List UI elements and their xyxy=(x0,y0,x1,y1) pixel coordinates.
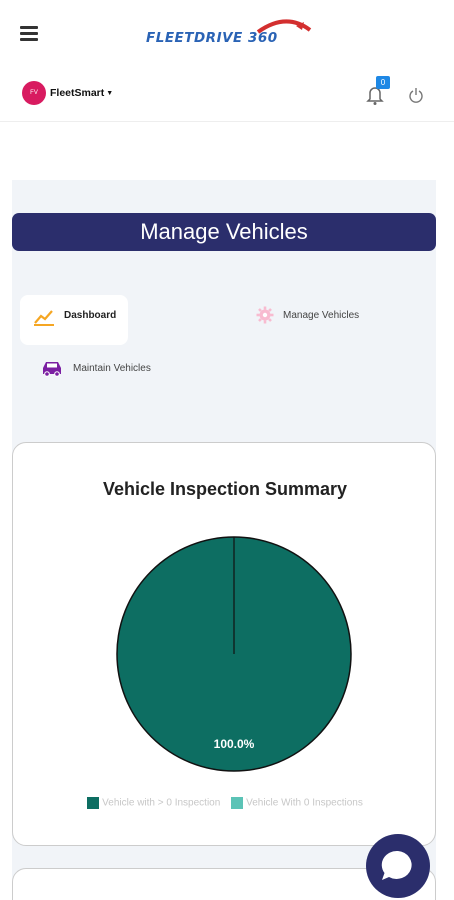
chat-bubble-icon xyxy=(381,850,412,880)
trend-chart-icon xyxy=(34,310,54,326)
legend-label: Vehicle With 0 Inspections xyxy=(246,797,363,809)
gear-icon xyxy=(256,306,274,324)
nav-item-label: Maintain Vehicles xyxy=(73,363,151,374)
top-bar: FLEETDRIVE 360 xyxy=(0,0,454,70)
chat-button[interactable] xyxy=(366,834,430,898)
inspection-summary-card: Vehicle Inspection Summary 100.0% Vehicl… xyxy=(12,442,436,846)
pie-chart: 100.0% xyxy=(116,536,352,772)
pie-data-label: 100.0% xyxy=(214,737,255,751)
legend-swatch xyxy=(231,797,244,809)
power-icon[interactable] xyxy=(408,87,424,103)
nav-item-manage-vehicles[interactable]: Manage Vehicles xyxy=(255,305,395,329)
notification-count-badge: 0 xyxy=(376,76,390,89)
nav-item-label: Dashboard xyxy=(64,310,117,321)
nav-item-dashboard[interactable]: Dashboard xyxy=(20,295,128,345)
legend-item-zero-inspections[interactable]: Vehicle With 0 Inspections xyxy=(231,797,363,809)
hamburger-menu-icon[interactable] xyxy=(20,26,38,42)
logo-text: FLEETDRIVE 360 xyxy=(146,30,278,46)
caret-down-icon: ▼ xyxy=(106,89,114,97)
account-name-label: FleetSmart xyxy=(50,87,105,99)
avatar[interactable]: FV xyxy=(22,81,46,105)
legend-swatch xyxy=(87,797,100,809)
legend-label: Vehicle with > 0 Inspection xyxy=(102,797,221,809)
nav-item-label: Manage Vehicles xyxy=(283,310,360,321)
car-icon xyxy=(43,362,61,377)
logo[interactable]: FLEETDRIVE 360 xyxy=(146,18,316,52)
chart-legend: Vehicle with > 0 Inspection Vehicle With… xyxy=(13,797,437,809)
nav-item-maintain-vehicles[interactable]: Maintain Vehicles xyxy=(40,358,190,382)
account-dropdown[interactable]: FleetSmart ▼ xyxy=(50,87,113,99)
page-title: Manage Vehicles xyxy=(12,213,436,251)
legend-item-with-inspection[interactable]: Vehicle with > 0 Inspection xyxy=(87,797,220,809)
